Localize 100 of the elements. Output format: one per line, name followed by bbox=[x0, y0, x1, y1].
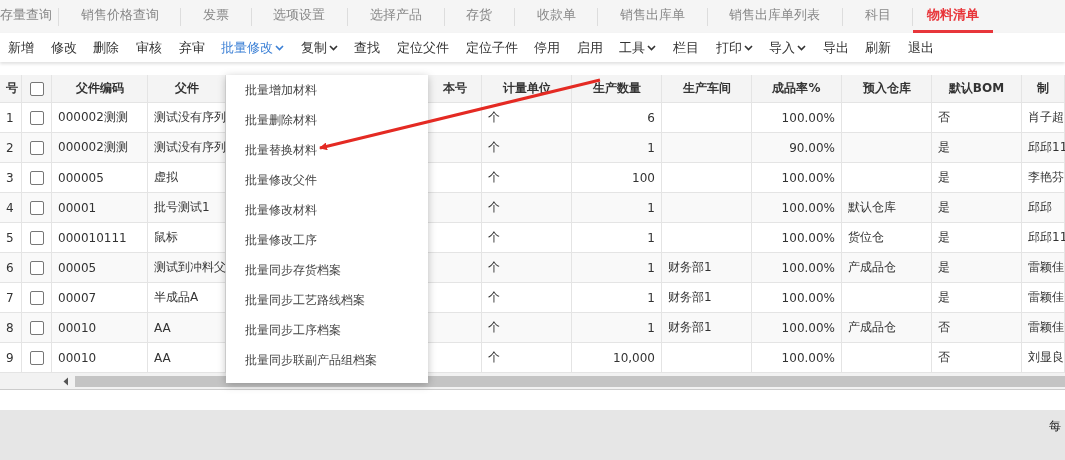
column-header: 父件编码 bbox=[75, 80, 124, 97]
table-cell: 货位仓 bbox=[848, 229, 884, 246]
table-cell: 个 bbox=[488, 109, 500, 126]
toolbar-button[interactable]: 复制 bbox=[292, 33, 347, 62]
table-cell: 7 bbox=[6, 290, 14, 305]
table-cell: 产成品仓 bbox=[848, 319, 896, 336]
table-cell: 100.00% bbox=[781, 320, 835, 335]
checkbox[interactable] bbox=[29, 140, 44, 155]
toolbar-button[interactable]: 审核 bbox=[127, 33, 171, 62]
column-header: 父件 bbox=[174, 80, 199, 97]
menu-item[interactable]: 批量修改父件 bbox=[226, 165, 428, 195]
toolbar-button[interactable]: 导出 bbox=[814, 33, 858, 62]
toolbar-button[interactable]: 工具 bbox=[611, 33, 665, 62]
table-cell: 个 bbox=[488, 169, 500, 186]
menu-item[interactable]: 批量修改工序 bbox=[226, 225, 428, 255]
menu-item[interactable]: 批量增加材料 bbox=[226, 75, 428, 105]
table-cell: 100.00% bbox=[781, 230, 835, 245]
checkbox[interactable] bbox=[29, 200, 44, 215]
toolbar-button[interactable]: 栏目 bbox=[664, 33, 708, 62]
table-cell: 个 bbox=[488, 349, 500, 366]
toolbar-button[interactable]: 新增 bbox=[0, 33, 43, 62]
table-cell: 虚拟 bbox=[154, 169, 178, 186]
table-cell: 100.00% bbox=[781, 200, 835, 215]
table-cell: 000005 bbox=[58, 170, 104, 185]
table-cell: 财务部1 bbox=[668, 319, 712, 336]
toolbar-button[interactable]: 退出 bbox=[899, 33, 943, 62]
table-cell: 10,000 bbox=[613, 350, 655, 365]
table-cell: 是 bbox=[938, 169, 950, 186]
toolbar-button[interactable]: 查找 bbox=[346, 33, 389, 62]
toolbar-button[interactable]: 刷新 bbox=[857, 33, 900, 62]
checkbox[interactable] bbox=[29, 170, 44, 185]
menu-item[interactable]: 批量同步存货档案 bbox=[226, 255, 428, 285]
checkbox[interactable] bbox=[29, 260, 44, 275]
toolbar-button[interactable]: 启用 bbox=[568, 33, 612, 62]
table-cell: 000010111 bbox=[58, 230, 127, 245]
table-cell: 3 bbox=[6, 170, 14, 185]
table-cell: 雷颖佳 bbox=[1028, 259, 1064, 276]
toolbar-button[interactable]: 修改 bbox=[42, 33, 86, 62]
table-cell: 000002测测 bbox=[58, 109, 128, 126]
table-cell: 2 bbox=[6, 140, 14, 155]
table-cell: 个 bbox=[488, 259, 500, 276]
table-cell: 100.00% bbox=[781, 260, 835, 275]
footer-label: 每 bbox=[1049, 418, 1061, 435]
menu-item[interactable]: 批量删除材料 bbox=[226, 105, 428, 135]
table-cell: 邱邱 bbox=[1028, 199, 1052, 216]
table-cell: 是 bbox=[938, 259, 950, 276]
table-cell: 5 bbox=[6, 230, 14, 245]
checkbox[interactable] bbox=[29, 230, 44, 245]
column-header: 成品率% bbox=[772, 80, 821, 97]
table-cell: 个 bbox=[488, 199, 500, 216]
table-cell: 100 bbox=[632, 170, 655, 185]
table-cell: 刘显良 bbox=[1028, 349, 1064, 366]
column-header: 生产数量 bbox=[592, 80, 641, 97]
table-cell: 李艳芬 bbox=[1028, 169, 1064, 186]
toolbar-button[interactable]: 删除 bbox=[85, 33, 128, 62]
table-cell: 90.00% bbox=[789, 140, 835, 155]
table-cell: 4 bbox=[6, 200, 14, 215]
checkbox[interactable] bbox=[29, 110, 44, 125]
checkbox[interactable] bbox=[29, 320, 44, 335]
checkbox[interactable] bbox=[29, 81, 44, 96]
table-cell: 测试到冲料父 bbox=[154, 259, 226, 276]
checkbox[interactable] bbox=[29, 350, 44, 365]
tab[interactable]: 发票 bbox=[181, 0, 251, 33]
toolbar-button[interactable]: 批量修改 bbox=[212, 33, 293, 62]
toolbar-button[interactable]: 打印 bbox=[707, 33, 761, 62]
table-cell: 财务部1 bbox=[668, 259, 712, 276]
menu-item[interactable]: 批量同步工艺路线档案 bbox=[226, 285, 428, 315]
table-cell: 100.00% bbox=[781, 290, 835, 305]
table-cell: 1 bbox=[647, 290, 655, 305]
table-cell: 00007 bbox=[58, 290, 97, 305]
toolbar-button[interactable]: 定位父件 bbox=[388, 33, 458, 62]
scroll-left-icon[interactable] bbox=[62, 376, 70, 386]
table-cell: 个 bbox=[488, 229, 500, 246]
menu-item[interactable]: 批量同步工序档案 bbox=[226, 315, 428, 345]
table-cell: 是 bbox=[938, 229, 950, 246]
menu-item[interactable]: 批量替换材料 bbox=[226, 135, 428, 165]
checkbox[interactable] bbox=[29, 290, 44, 305]
table-cell: 1 bbox=[647, 260, 655, 275]
table-cell: 测试没有序列 bbox=[154, 139, 226, 156]
table-cell: AA bbox=[154, 350, 171, 365]
table-cell: 9 bbox=[6, 350, 14, 365]
table-cell: 6 bbox=[647, 110, 655, 125]
table-cell: 批号测试1 bbox=[154, 199, 210, 216]
column-header: 号 bbox=[6, 80, 18, 97]
table-cell: 雷颖佳 bbox=[1028, 319, 1064, 336]
table-cell: 个 bbox=[488, 319, 500, 336]
table-cell: 8 bbox=[6, 320, 14, 335]
table-cell: 是 bbox=[938, 139, 950, 156]
table-cell: 半成品A bbox=[154, 289, 199, 306]
toolbar-button[interactable]: 定位子件 bbox=[457, 33, 526, 62]
table-cell: 否 bbox=[938, 349, 950, 366]
toolbar-button[interactable]: 弃审 bbox=[170, 33, 213, 62]
menu-item[interactable]: 批量同步联副产品组档案 bbox=[226, 345, 428, 375]
toolbar-button[interactable]: 导入 bbox=[760, 33, 815, 62]
table-cell: 财务部1 bbox=[668, 289, 712, 306]
table-cell: 1 bbox=[647, 230, 655, 245]
column-header: 生产车间 bbox=[682, 80, 731, 97]
toolbar-button[interactable]: 停用 bbox=[525, 33, 569, 62]
menu-item[interactable]: 批量修改材料 bbox=[226, 195, 428, 225]
table-cell: 产成品仓 bbox=[848, 259, 896, 276]
